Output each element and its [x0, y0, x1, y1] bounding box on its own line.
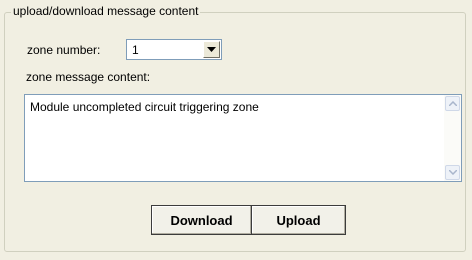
scroll-up-button[interactable] — [445, 96, 460, 111]
group-title: upload/download message content — [11, 4, 201, 18]
zone-message-textarea[interactable]: Module uncompleted circuit triggering zo… — [24, 94, 462, 182]
zone-message-text: Module uncompleted circuit triggering zo… — [30, 100, 259, 114]
scroll-up-arrow-icon — [449, 101, 457, 106]
dropdown-button[interactable] — [203, 41, 220, 58]
zone-number-value: 1 — [132, 43, 139, 57]
zone-number-label: zone number: — [27, 43, 101, 57]
upload-button[interactable]: Upload — [251, 205, 346, 235]
scroll-down-arrow-icon — [449, 170, 457, 175]
download-button[interactable]: Download — [151, 205, 252, 235]
scroll-down-button[interactable] — [445, 165, 460, 180]
zone-number-dropdown[interactable]: 1 — [126, 39, 222, 60]
zone-message-label: zone message content: — [26, 70, 151, 84]
vertical-scrollbar[interactable] — [444, 95, 461, 181]
chevron-down-icon — [207, 47, 216, 52]
